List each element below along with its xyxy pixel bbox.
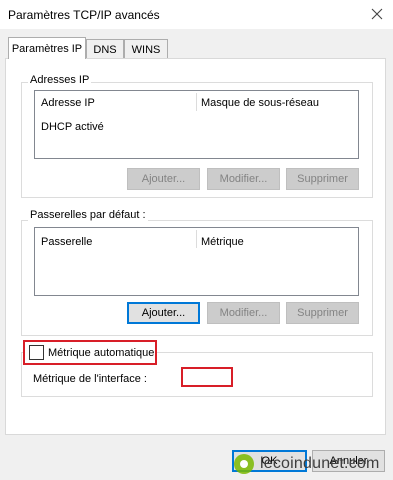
modify-ip-button[interactable]: Modifier... — [207, 168, 280, 190]
tab-dns-label: DNS — [93, 43, 117, 56]
column-header-gateway: Passerelle — [41, 236, 93, 248]
watermark-text: lecoindunet.com — [260, 455, 380, 472]
gateways-legend: Passerelles par défaut : — [28, 209, 148, 221]
close-button[interactable] — [364, 2, 390, 26]
column-header-mask: Masque de sous-réseau — [201, 97, 320, 109]
add-gateway-button[interactable]: Ajouter... — [127, 302, 200, 324]
gateway-list[interactable]: Passerelle Métrique — [34, 227, 359, 296]
list-item[interactable]: DHCP activé — [41, 121, 104, 133]
remove-ip-button[interactable]: Supprimer — [286, 168, 359, 190]
auto-metric-checkbox[interactable] — [29, 345, 44, 360]
column-header-ip: Adresse IP — [41, 97, 95, 109]
ip-address-list[interactable]: Adresse IP Masque de sous-réseau DHCP ac… — [34, 90, 359, 159]
tab-dns[interactable]: DNS — [86, 39, 124, 59]
column-header-metric: Métrique — [201, 236, 244, 248]
tab-wins-label: WINS — [131, 43, 161, 56]
tab-ip-settings-label: Paramètres IP — [11, 42, 83, 55]
add-ip-button[interactable]: Ajouter... — [127, 168, 200, 190]
tab-ip-settings[interactable]: Paramètres IP — [8, 37, 86, 59]
watermark-logo-icon — [234, 454, 254, 474]
modify-gateway-button[interactable]: Modifier... — [207, 302, 280, 324]
interface-metric-input[interactable] — [181, 367, 233, 387]
column-divider — [196, 93, 197, 111]
watermark: lecoindunet.com — [232, 448, 393, 480]
auto-metric-checkbox-row[interactable]: Métrique automatique — [29, 345, 154, 360]
remove-gateway-button[interactable]: Supprimer — [286, 302, 359, 324]
auto-metric-label: Métrique automatique — [48, 346, 155, 359]
column-divider — [196, 230, 197, 248]
interface-metric-label: Métrique de l'interface : — [33, 373, 147, 385]
close-icon — [371, 8, 383, 20]
ip-addresses-legend: Adresses IP — [28, 74, 92, 86]
tab-wins[interactable]: WINS — [124, 39, 168, 59]
window-title: Paramètres TCP/IP avancés — [8, 8, 160, 22]
